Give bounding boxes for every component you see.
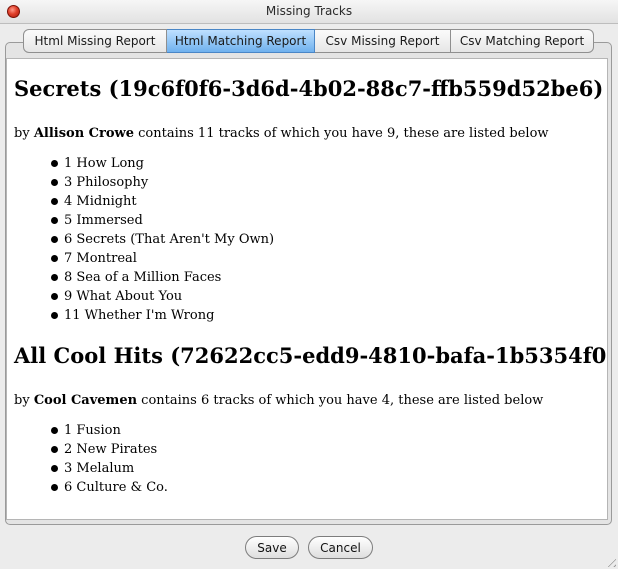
list-item: 7 Montreal xyxy=(51,249,607,268)
report-content[interactable]: Secrets (19c6f0f6-3d6d-4b02-88c7-ffb559d… xyxy=(6,58,608,520)
title-bar: Missing Tracks xyxy=(0,0,618,24)
track-label: 6 Secrets (That Aren't My Own) xyxy=(64,232,275,247)
track-label: 1 How Long xyxy=(64,156,144,171)
bullet-icon xyxy=(51,446,58,453)
album-title: All Cool Hits (72622cc5-edd9-4810-bafa-1… xyxy=(14,343,608,368)
list-item: 3 Philosophy xyxy=(51,173,607,192)
track-list: 1 Fusion 2 New Pirates 3 Melalum 6 Cultu… xyxy=(14,421,607,497)
track-label: 2 New Pirates xyxy=(64,442,158,457)
by-prefix: by xyxy=(14,393,34,408)
list-item: 9 What About You xyxy=(51,287,607,306)
album-title: Secrets (19c6f0f6-3d6d-4b02-88c7-ffb559d… xyxy=(14,76,604,101)
artist-name: Allison Crowe xyxy=(33,126,135,141)
tab-html-missing-report[interactable]: Html Missing Report xyxy=(23,29,167,53)
bullet-icon xyxy=(51,484,58,491)
bullet-icon xyxy=(51,160,58,167)
album-section: Secrets (19c6f0f6-3d6d-4b02-88c7-ffb559d… xyxy=(14,76,607,325)
artist-name: Cool Cavemen xyxy=(33,393,138,408)
bullet-icon xyxy=(51,427,58,434)
bullet-icon xyxy=(51,274,58,281)
summary-text: contains 11 tracks of which you have 9, … xyxy=(134,126,549,141)
bullet-icon xyxy=(51,217,58,224)
track-label: 6 Culture & Co. xyxy=(64,480,168,495)
list-item: 6 Secrets (That Aren't My Own) xyxy=(51,230,607,249)
album-summary: by Cool Cavemen contains 6 tracks of whi… xyxy=(14,393,607,409)
bullet-icon xyxy=(51,236,58,243)
tab-csv-missing-report[interactable]: Csv Missing Report xyxy=(315,29,451,53)
album-summary: by Allison Crowe contains 11 tracks of w… xyxy=(14,126,607,142)
bullet-icon xyxy=(51,293,58,300)
album-section: All Cool Hits (72622cc5-edd9-4810-bafa-1… xyxy=(14,343,607,497)
track-label: 11 Whether I'm Wrong xyxy=(64,308,215,323)
track-label: 3 Philosophy xyxy=(64,175,149,190)
bullet-icon xyxy=(51,465,58,472)
cancel-button[interactable]: Cancel xyxy=(308,536,373,559)
window-title: Missing Tracks xyxy=(265,4,353,18)
list-item: 3 Melalum xyxy=(51,459,607,478)
summary-text: contains 6 tracks of which you have 4, t… xyxy=(137,393,544,408)
list-item: 4 Midnight xyxy=(51,192,607,211)
track-list: 1 How Long 3 Philosophy 4 Midnight 5 Imm… xyxy=(14,154,607,325)
save-button[interactable]: Save xyxy=(245,536,299,559)
bullet-icon xyxy=(51,312,58,319)
track-label: 4 Midnight xyxy=(64,194,137,209)
tab-html-matching-report[interactable]: Html Matching Report xyxy=(167,29,315,53)
track-label: 5 Immersed xyxy=(64,213,143,228)
list-item: 5 Immersed xyxy=(51,211,607,230)
track-label: 7 Montreal xyxy=(64,251,137,266)
track-label: 8 Sea of a Million Faces xyxy=(64,270,222,285)
list-item: 1 Fusion xyxy=(51,421,607,440)
bullet-icon xyxy=(51,255,58,262)
list-item: 11 Whether I'm Wrong xyxy=(51,306,607,325)
track-label: 9 What About You xyxy=(64,289,183,304)
list-item: 8 Sea of a Million Faces xyxy=(51,268,607,287)
by-prefix: by xyxy=(14,126,34,141)
track-label: 1 Fusion xyxy=(64,423,121,438)
track-label: 3 Melalum xyxy=(64,461,135,476)
bullet-icon xyxy=(51,179,58,186)
button-bar: Save Cancel xyxy=(0,536,618,560)
report-tabs: Html Missing Report Html Matching Report… xyxy=(23,29,594,53)
tab-csv-matching-report[interactable]: Csv Matching Report xyxy=(451,29,594,53)
list-item: 2 New Pirates xyxy=(51,440,607,459)
list-item: 1 How Long xyxy=(51,154,607,173)
bullet-icon xyxy=(51,198,58,205)
list-item: 6 Culture & Co. xyxy=(51,478,607,497)
